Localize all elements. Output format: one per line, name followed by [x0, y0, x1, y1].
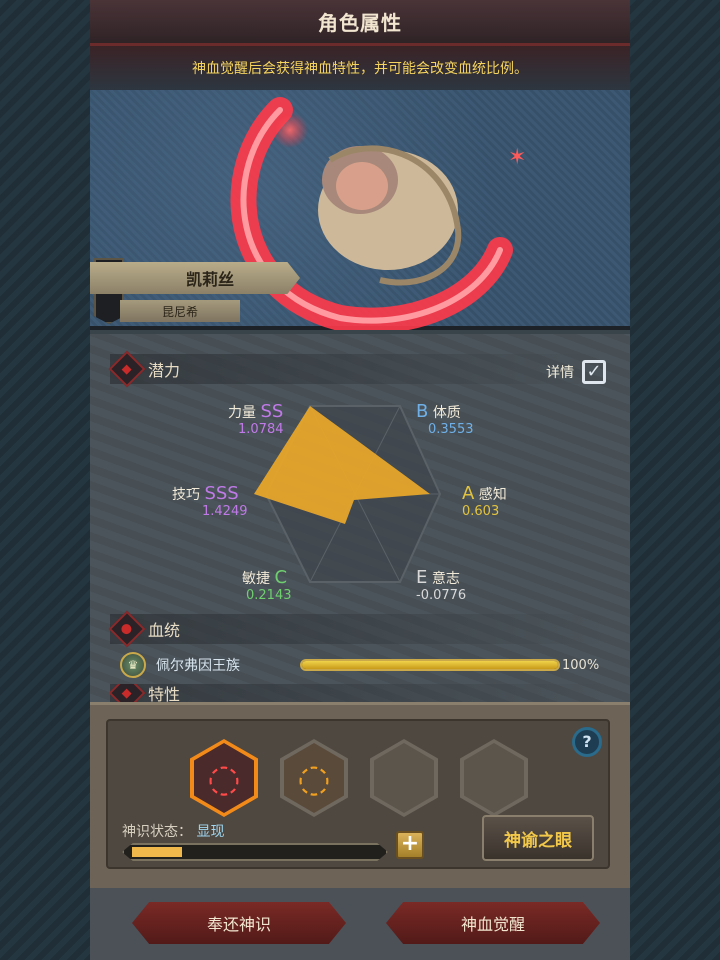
- stat-grade: A: [462, 483, 475, 504]
- stat-label: 技巧: [172, 487, 200, 503]
- action-bar: 奉还神识 神血觉醒: [90, 888, 630, 960]
- radar-chart: [254, 405, 442, 583]
- right-background: [628, 0, 720, 960]
- bloodline-percent: 100%: [562, 657, 600, 673]
- stats-area: ◆ 潜力 详情 ✓ 力量 SS 1.0784 B 体质 0.3553 A 感知 …: [90, 334, 630, 702]
- stat-value: 0.3553: [428, 422, 474, 437]
- page-title: 角色属性: [90, 0, 630, 46]
- character-panel: 角色属性 神血觉醒后会获得神血特性，并可能会改变血统比例。 ✶ ✺ 凯莉丝 昆尼…: [90, 0, 630, 960]
- stat-label: 意志: [431, 571, 460, 587]
- character-subtitle: 昆尼希: [120, 300, 240, 322]
- empty-slot-icon: [464, 743, 524, 813]
- add-button[interactable]: +: [396, 831, 424, 859]
- divine-state-label: 神识状态：: [122, 824, 192, 840]
- stat-label: 敏捷: [242, 571, 270, 587]
- stat-value: 0.603: [462, 504, 500, 519]
- oracle-eye-button[interactable]: 神谕之眼: [482, 815, 594, 861]
- trait-header: ◆ 特性: [110, 684, 610, 702]
- divine-state-value: 显现: [196, 824, 225, 840]
- divine-sense-panel: ◌ ◌ ? 神识状态： 显现 + 神谕之眼: [90, 702, 630, 888]
- red-swirl-icon: ◌: [194, 743, 254, 813]
- stat-constitution: B 体质 0.3553: [416, 401, 474, 438]
- bloodline-bar-fill: [302, 661, 558, 669]
- stat-grade: SSS: [204, 483, 239, 504]
- divine-slot-4[interactable]: [460, 739, 528, 817]
- svg-text:✶: ✶: [508, 145, 526, 170]
- stat-grade: E: [416, 567, 428, 588]
- divine-slot-1[interactable]: ◌: [190, 739, 258, 817]
- portrait-art: ✶: [230, 97, 526, 334]
- info-text: 神血觉醒后会获得神血特性，并可能会改变血统比例。: [90, 46, 630, 90]
- stat-skill: 技巧 SSS 1.4249: [172, 483, 248, 520]
- divine-progress-fill: [132, 847, 182, 857]
- stat-label: 感知: [478, 487, 507, 503]
- stat-label: 力量: [228, 405, 256, 421]
- trait-label: 特性: [148, 685, 181, 702]
- return-divine-sense-button[interactable]: 奉还神识: [132, 902, 346, 944]
- stat-value: 1.0784: [238, 422, 284, 437]
- blood-drop-icon: ●: [108, 610, 146, 648]
- empty-slot-icon: [374, 743, 434, 813]
- divine-sense-box: ◌ ◌ ? 神识状态： 显现 + 神谕之眼: [106, 719, 610, 869]
- bloodline-emblem-icon: ♛: [120, 652, 146, 678]
- stat-perception: A 感知 0.603: [462, 483, 507, 520]
- stat-strength: 力量 SS 1.0784: [228, 401, 284, 438]
- bloodline-header: ● 血统: [108, 610, 610, 648]
- character-portrait: ✶ ✺ 凯莉丝 昆尼希: [90, 90, 630, 334]
- stat-value: 0.2143: [246, 588, 292, 603]
- character-name: 凯莉丝: [90, 262, 300, 294]
- stat-grade: B: [416, 401, 429, 422]
- divine-blood-awaken-button[interactable]: 神血觉醒: [386, 902, 600, 944]
- stat-will: E 意志 -0.0776: [416, 567, 467, 604]
- stat-value: 1.4249: [202, 504, 248, 519]
- stat-grade: SS: [260, 401, 284, 422]
- bloodline-name: 佩尔弗因王族: [156, 658, 240, 674]
- bloodline-entry[interactable]: ♛ 佩尔弗因王族 100%: [120, 650, 610, 680]
- divine-slot-3[interactable]: [370, 739, 438, 817]
- gold-swirl-icon: ◌: [284, 743, 344, 813]
- help-icon[interactable]: ?: [572, 727, 602, 757]
- divine-state: 神识状态： 显现: [122, 821, 224, 841]
- stat-value: -0.0776: [416, 588, 467, 603]
- stat-label: 体质: [432, 405, 461, 421]
- bloodline-bar: [300, 659, 560, 671]
- stat-agility: 敏捷 C 0.2143: [242, 567, 292, 604]
- stat-grade: C: [274, 567, 288, 588]
- bloodline-label: 血统: [148, 621, 181, 640]
- left-background: [0, 0, 92, 960]
- trait-icon: ◆: [110, 684, 146, 702]
- divine-progress-bar: [122, 843, 388, 861]
- divine-slot-2[interactable]: ◌: [280, 739, 348, 817]
